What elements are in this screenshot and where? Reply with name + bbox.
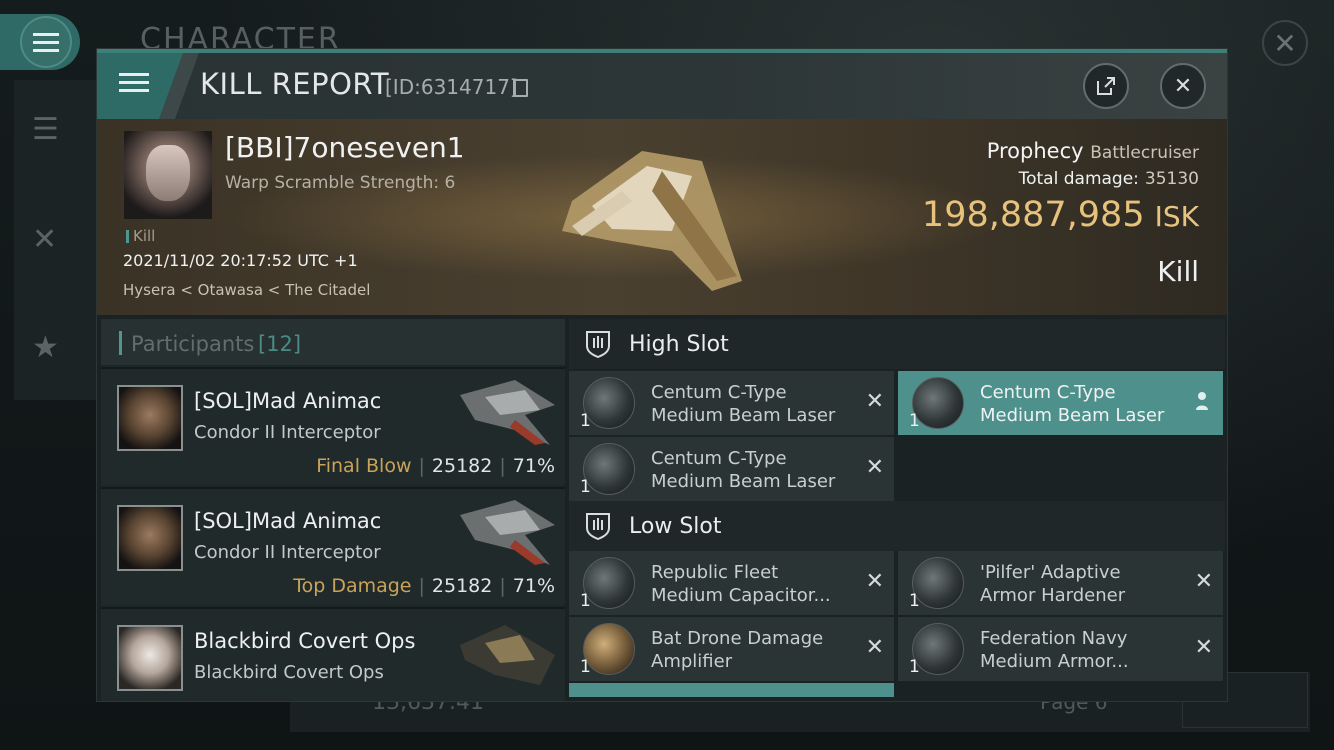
participant-ship: Condor II Interceptor	[194, 422, 381, 443]
victim-banner: [BBI]7oneseven1 Warp Scramble Strength: …	[97, 119, 1227, 315]
close-icon: ✕	[1173, 73, 1193, 99]
participant-ship: Blackbird Covert Ops	[194, 662, 384, 683]
participant-ship: Condor II Interceptor	[194, 542, 381, 563]
module-item[interactable]: 1 Centum C-Type Medium Beam Laser ✕	[569, 371, 894, 435]
destroyed-icon: ✕	[1194, 635, 1213, 660]
fitting-panel: High Slot 1 Centum C-Type Medium Beam Las…	[569, 319, 1225, 697]
item-name: Centum C-Type Medium Beam Laser	[651, 448, 836, 492]
module-item-partial[interactable]	[569, 683, 894, 697]
kill-id: [ID:6314717]	[385, 75, 518, 99]
participant-name: [SOL]Mad Animac	[194, 509, 382, 533]
warp-scramble: Warp Scramble Strength: 6	[225, 173, 456, 193]
item-name: Federation Navy Medium Armor...	[980, 628, 1129, 672]
item-quantity: 1	[580, 411, 591, 431]
destroyed-icon: ✕	[865, 455, 884, 480]
participants-panel: Participants [12] [SOL]Mad Animac Condor…	[101, 319, 565, 701]
participants-count: [12]	[258, 332, 302, 356]
participant-row[interactable]: [SOL]Mad Animac Condor II Interceptor To…	[101, 487, 565, 605]
participant-row[interactable]: [SOL]Mad Animac Condor II Interceptor Fi…	[101, 367, 565, 485]
destroyed-icon: ✕	[865, 389, 884, 414]
item-quantity: 1	[909, 591, 920, 611]
kill-report-dialog: KILL REPORT [ID:6314717] ✕ [BBI]7oneseve…	[96, 48, 1228, 702]
victim-ship-image[interactable]	[552, 131, 752, 301]
share-icon	[1097, 77, 1115, 95]
copy-icon[interactable]	[513, 79, 528, 97]
menu-icon	[119, 73, 149, 92]
high-slot-icon	[586, 331, 610, 358]
background-close-icon[interactable]: ✕	[1262, 20, 1308, 66]
item-quantity: 1	[909, 657, 920, 677]
participant-ship-image	[460, 500, 555, 565]
item-name: 'Pilfer' Adaptive Armor Hardener	[980, 562, 1126, 606]
victim-ship[interactable]: Prophecy Battlecruiser	[987, 139, 1199, 163]
high-slot-header: High Slot	[569, 319, 1225, 369]
swords-icon[interactable]: ✕	[32, 222, 57, 257]
victim-portrait[interactable]	[124, 131, 212, 219]
dialog-title: KILL REPORT	[200, 67, 390, 101]
participant-portrait[interactable]	[117, 505, 183, 571]
module-item[interactable]: 1 Federation Navy Medium Armor... ✕	[898, 617, 1223, 681]
module-item[interactable]: 1 'Pilfer' Adaptive Armor Hardener ✕	[898, 551, 1223, 615]
item-name: Centum C-Type Medium Beam Laser	[980, 382, 1165, 426]
low-slot-header: Low Slot	[569, 501, 1225, 551]
participant-stats: Top Damage | 25182 | 71%	[293, 575, 555, 597]
destroyed-icon: ✕	[865, 569, 884, 594]
participant-ship-image	[460, 625, 555, 685]
total-damage: Total damage: 35130	[1018, 169, 1199, 189]
background-sidebar	[14, 80, 104, 400]
participant-portrait[interactable]	[117, 385, 183, 451]
participant-name: Blackbird Covert Ops	[194, 629, 416, 653]
destroyed-icon: ✕	[1194, 569, 1213, 594]
item-quantity: 1	[909, 411, 920, 431]
main-menu-button[interactable]	[0, 14, 80, 70]
module-item[interactable]: 1 Republic Fleet Medium Capacitor... ✕	[569, 551, 894, 615]
item-quantity: 1	[580, 657, 591, 677]
participants-header: Participants [12]	[101, 319, 565, 365]
module-item[interactable]: 1 Bat Drone Damage Amplifier ✕	[569, 617, 894, 681]
participant-row[interactable]: Blackbird Covert Ops Blackbird Covert Op…	[101, 607, 565, 701]
participant-stats: Final Blow | 25182 | 71%	[316, 455, 555, 477]
low-slot-title: Low Slot	[629, 514, 722, 539]
item-name: Bat Drone Damage Amplifier	[651, 628, 824, 672]
participants-title: Participants	[131, 332, 255, 356]
participant-name: [SOL]Mad Animac	[194, 389, 382, 413]
high-slot-title: High Slot	[629, 332, 729, 357]
module-item[interactable]: 1 Centum C-Type Medium Beam Laser ✕	[569, 437, 894, 501]
kill-tag: Kill	[126, 227, 155, 245]
menu-icon	[20, 16, 72, 68]
participant-ship-image	[460, 380, 555, 445]
kill-location[interactable]: Hysera < Otawasa < The Citadel	[123, 281, 370, 299]
module-item-highlighted[interactable]: 1 Centum C-Type Medium Beam Laser	[898, 371, 1223, 435]
star-icon[interactable]: ★	[32, 330, 59, 365]
item-quantity: 1	[580, 591, 591, 611]
victim-name[interactable]: [BBI]7oneseven1	[225, 131, 465, 164]
isk-value: 198,887,985 ISK	[921, 195, 1199, 235]
participant-portrait[interactable]	[117, 625, 183, 691]
list-icon[interactable]: ☰	[32, 112, 59, 147]
person-icon	[1196, 392, 1208, 410]
item-name: Centum C-Type Medium Beam Laser	[651, 382, 836, 426]
close-button[interactable]: ✕	[1160, 63, 1206, 109]
item-name: Republic Fleet Medium Capacitor...	[651, 562, 831, 606]
destroyed-icon: ✕	[865, 635, 884, 660]
kill-type: Kill	[1157, 255, 1199, 288]
item-quantity: 1	[580, 477, 591, 497]
low-slot-icon	[586, 513, 610, 540]
kill-datetime: 2021/11/02 20:17:52 UTC +1	[123, 251, 358, 270]
share-button[interactable]	[1083, 63, 1129, 109]
